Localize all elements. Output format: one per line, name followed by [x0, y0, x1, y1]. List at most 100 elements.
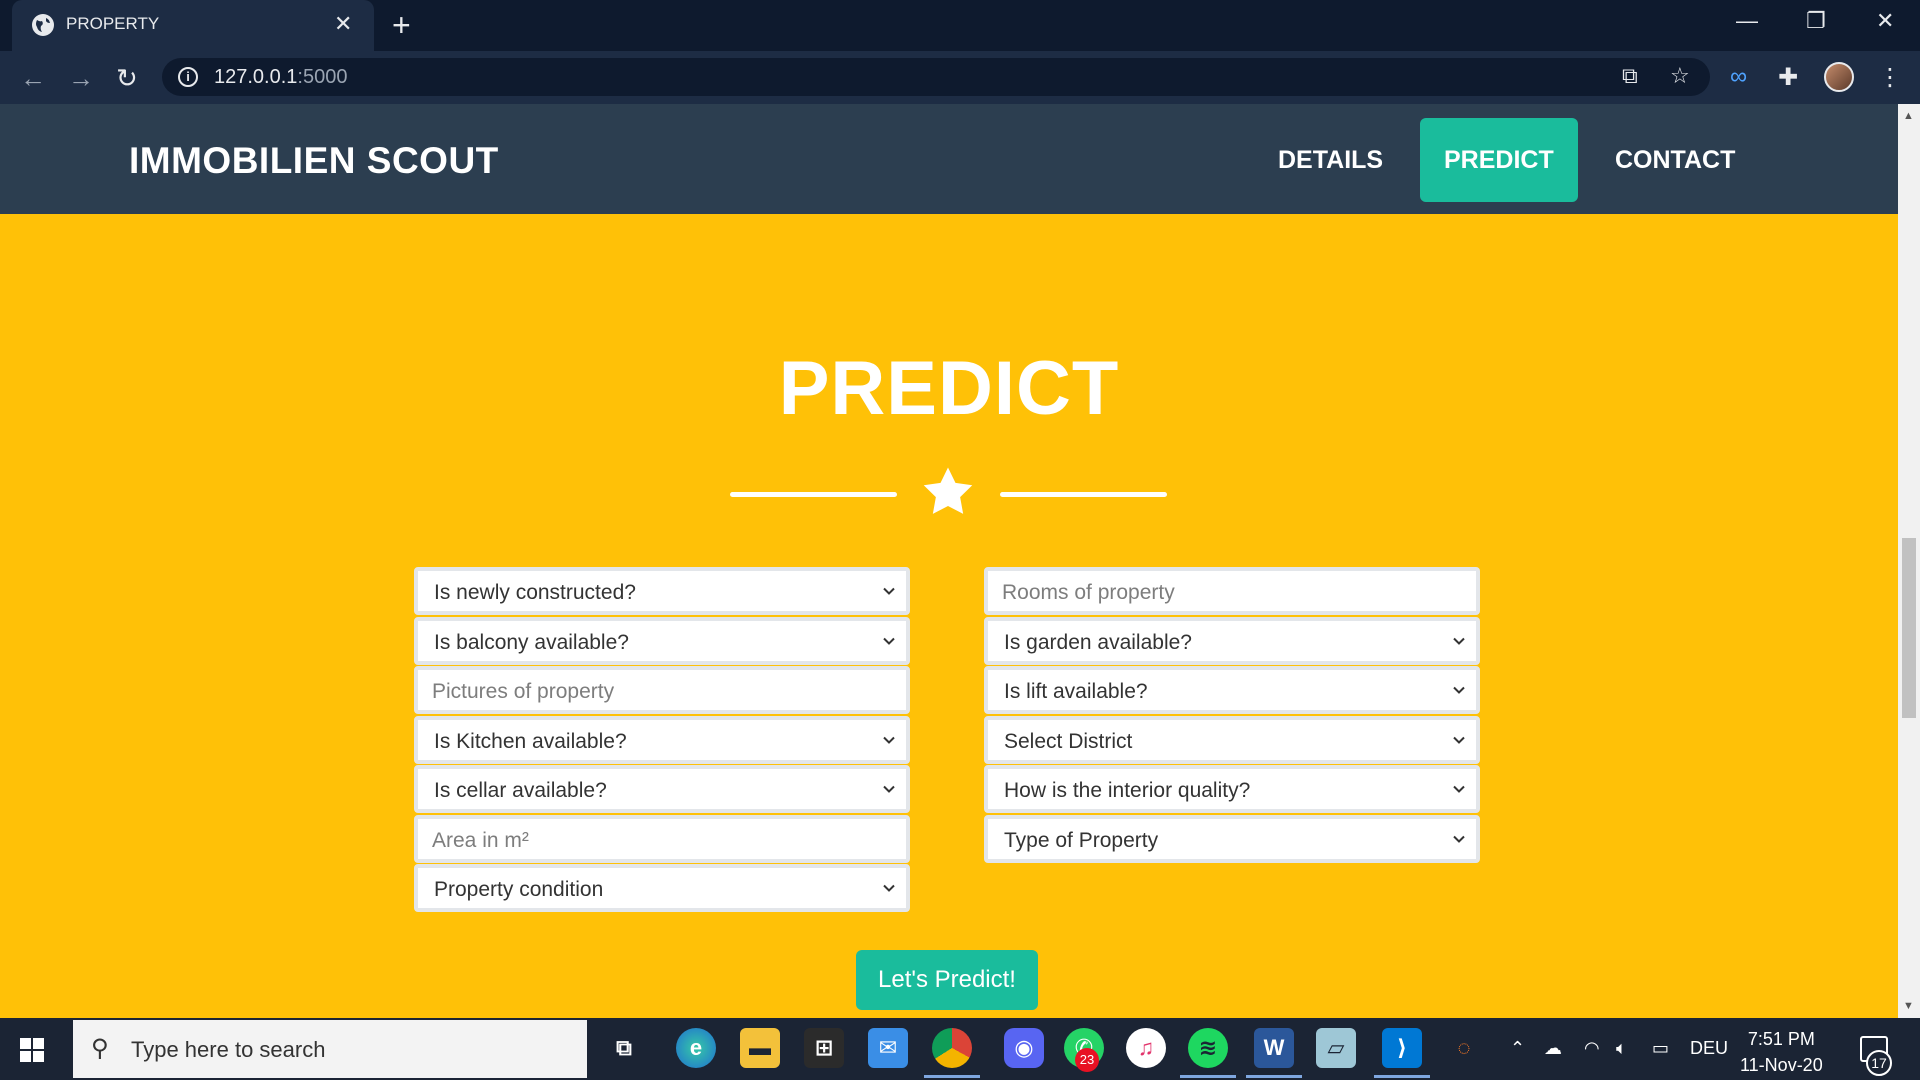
chevron-down-icon: [1453, 785, 1465, 793]
windows-taskbar: ⚲ Type here to search ⧉ e ▬ ⊞ ✉ ◉ ✆ 23 ♫…: [0, 1018, 1920, 1080]
discord-icon[interactable]: ◉: [1004, 1028, 1044, 1068]
info-icon[interactable]: i: [178, 67, 198, 87]
edge-icon[interactable]: e: [676, 1028, 716, 1068]
forward-icon[interactable]: →: [68, 63, 94, 94]
jupyter-icon[interactable]: ◌: [1444, 1028, 1484, 1068]
chevron-down-icon: [883, 884, 895, 892]
select-value: Is Kitchen available?: [434, 730, 627, 753]
battery-icon[interactable]: ▭: [1652, 1038, 1669, 1059]
wifi-icon[interactable]: ◠: [1584, 1038, 1600, 1059]
browser-tabbar: PROPERTY ✕ + — ❐ ✕: [0, 0, 1920, 51]
kitchen-select[interactable]: Is Kitchen available?: [414, 716, 910, 764]
nav-details[interactable]: DETAILS: [1254, 118, 1407, 202]
spotify-icon[interactable]: ≋: [1180, 1028, 1236, 1078]
extension-loop-icon[interactable]: ∞: [1730, 63, 1747, 91]
property-type-select[interactable]: Type of Property: [984, 815, 1480, 863]
back-icon[interactable]: ←: [20, 63, 46, 94]
language-indicator[interactable]: DEU: [1690, 1038, 1728, 1059]
rooms-input[interactable]: Rooms of property: [984, 567, 1480, 615]
globe-icon: [32, 14, 54, 36]
extensions-puzzle-icon[interactable]: ✚: [1778, 63, 1798, 92]
scroll-down-icon[interactable]: ▼: [1903, 1000, 1914, 1012]
select-value: How is the interior quality?: [1004, 779, 1251, 802]
divider-right: [1000, 492, 1167, 497]
chrome-icon[interactable]: [924, 1028, 980, 1078]
address-bar[interactable]: i 127.0.0.1:5000 ⧉ ☆: [162, 58, 1710, 96]
menu-dots-icon[interactable]: ⋮: [1878, 63, 1902, 92]
pictures-input[interactable]: Pictures of property: [414, 666, 910, 714]
district-select[interactable]: Select District: [984, 716, 1480, 764]
url-host: 127.0.0.1: [214, 66, 298, 88]
interior-quality-select[interactable]: How is the interior quality?: [984, 765, 1480, 813]
close-tab-icon[interactable]: ✕: [334, 11, 352, 37]
select-value: Is balcony available?: [434, 631, 629, 654]
store-icon[interactable]: ⊞: [804, 1028, 844, 1068]
url-port: :5000: [297, 66, 348, 88]
scroll-thumb[interactable]: [1902, 538, 1916, 718]
word-icon[interactable]: W: [1246, 1028, 1302, 1078]
chevron-down-icon: [1453, 686, 1465, 694]
tab-title: PROPERTY: [66, 14, 160, 33]
notification-count: 17: [1866, 1050, 1892, 1076]
tray-overflow-icon[interactable]: ⌃: [1510, 1038, 1525, 1059]
taskbar-search[interactable]: ⚲ Type here to search: [73, 1020, 587, 1078]
chevron-down-icon: [1453, 835, 1465, 843]
input-placeholder: Rooms of property: [1002, 581, 1175, 604]
itunes-icon[interactable]: ♫: [1126, 1028, 1166, 1068]
balcony-select[interactable]: Is balcony available?: [414, 617, 910, 665]
notes-app-icon[interactable]: ▱: [1316, 1028, 1356, 1068]
whatsapp-badge: 23: [1075, 1048, 1099, 1072]
search-icon: ⚲: [91, 1035, 109, 1062]
chevron-down-icon: [1453, 637, 1465, 645]
clock-date: 11-Nov-20: [1740, 1055, 1823, 1075]
search-placeholder: Type here to search: [131, 1037, 326, 1062]
chevron-down-icon: [883, 587, 895, 595]
browser-tab[interactable]: PROPERTY ✕: [12, 0, 374, 51]
newly-constructed-select[interactable]: Is newly constructed?: [414, 567, 910, 615]
chevron-down-icon: [883, 736, 895, 744]
area-input[interactable]: Area in m²: [414, 815, 910, 863]
chevron-down-icon: [1453, 736, 1465, 744]
select-value: Property condition: [434, 878, 604, 901]
profile-avatar[interactable]: [1824, 62, 1854, 92]
lift-select[interactable]: Is lift available?: [984, 666, 1480, 714]
new-tab-icon[interactable]: +: [392, 7, 411, 44]
property-condition-select[interactable]: Property condition: [414, 864, 910, 912]
browser-toolbar: ← → ↻ i 127.0.0.1:5000 ⧉ ☆ ∞ ✚ ⋮: [0, 51, 1920, 104]
bookmark-star-icon[interactable]: ☆: [1670, 63, 1690, 89]
url-text: 127.0.0.1:5000: [214, 66, 347, 89]
file-explorer-icon[interactable]: ▬: [740, 1028, 780, 1068]
predict-button[interactable]: Let's Predict!: [856, 950, 1038, 1010]
select-value: Is newly constructed?: [434, 581, 636, 604]
task-view-icon[interactable]: ⧉: [604, 1028, 644, 1068]
nav-contact[interactable]: CONTACT: [1591, 118, 1759, 202]
mail-icon[interactable]: ✉: [868, 1028, 908, 1068]
select-value: Is garden available?: [1004, 631, 1192, 654]
translate-icon[interactable]: ⧉: [1622, 63, 1638, 89]
clock[interactable]: 7:51 PM 11-Nov-20: [1740, 1026, 1823, 1078]
close-window-icon[interactable]: ✕: [1876, 8, 1894, 34]
select-value: Is lift available?: [1004, 680, 1148, 703]
divider-left: [730, 492, 897, 497]
scroll-up-icon[interactable]: ▲: [1903, 110, 1914, 122]
restore-icon[interactable]: ❐: [1806, 8, 1826, 34]
page-scrollbar[interactable]: ▲ ▼: [1898, 104, 1920, 1018]
site-navbar: IMMOBILIEN SCOUT DETAILS PREDICT CONTACT: [0, 104, 1898, 214]
garden-select[interactable]: Is garden available?: [984, 617, 1480, 665]
volume-icon[interactable]: 🔈︎: [1616, 1038, 1627, 1059]
section-title: PREDICT: [778, 346, 1120, 431]
vscode-icon[interactable]: ⟩: [1374, 1028, 1430, 1078]
input-placeholder: Pictures of property: [432, 680, 615, 703]
windows-start-icon[interactable]: [20, 1038, 44, 1062]
star-icon: [923, 467, 973, 514]
select-value: Type of Property: [1004, 829, 1159, 852]
nav-predict[interactable]: PREDICT: [1420, 118, 1578, 202]
onedrive-icon[interactable]: ☁: [1544, 1038, 1562, 1059]
cellar-select[interactable]: Is cellar available?: [414, 765, 910, 813]
select-value: Is cellar available?: [434, 779, 607, 802]
chevron-down-icon: [883, 785, 895, 793]
minimize-icon[interactable]: —: [1736, 8, 1758, 34]
chevron-down-icon: [883, 637, 895, 645]
brand-logo[interactable]: IMMOBILIEN SCOUT: [129, 140, 499, 182]
reload-icon[interactable]: ↻: [116, 63, 138, 94]
